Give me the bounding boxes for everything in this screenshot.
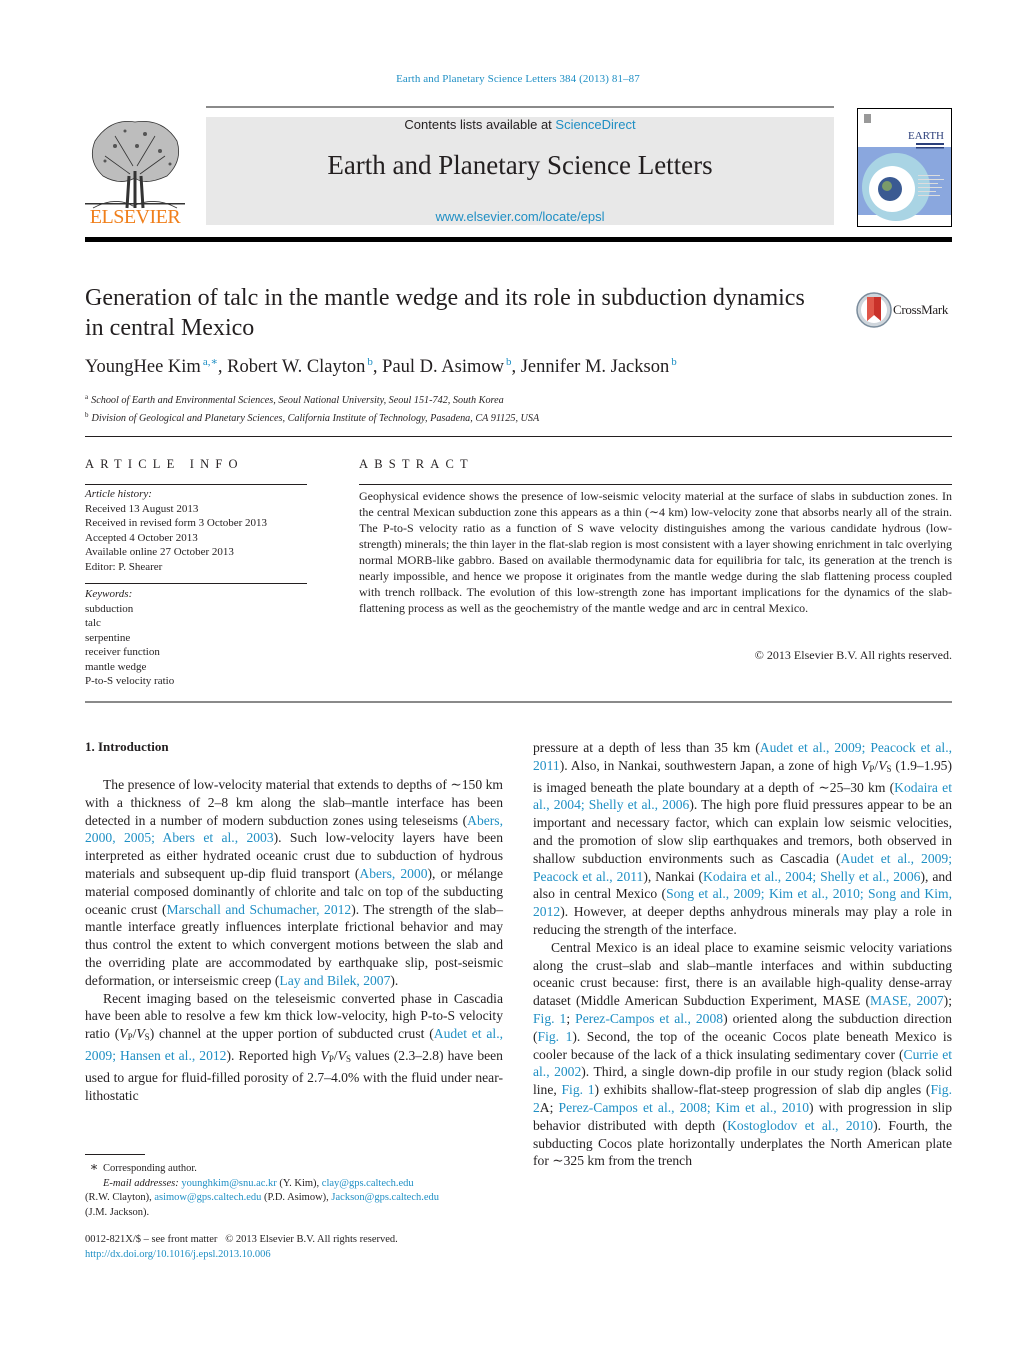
email-owner: (J.M. Jackson). xyxy=(85,1206,150,1218)
footnote-rule xyxy=(85,1154,145,1155)
section-heading-introduction: 1. Introduction xyxy=(85,739,169,754)
email-owner: (R.W. Clayton) xyxy=(85,1192,150,1203)
citation-link[interactable]: Perez-Campos et al., 2008 xyxy=(575,1011,723,1026)
vp-vs-ratio: VP/VS xyxy=(119,1026,150,1043)
citation-link[interactable]: Kodaira et al., 2004; Shelly et al., 200… xyxy=(533,780,952,813)
divider xyxy=(85,701,952,703)
citation-link[interactable]: Marschall and Schumacher, 2012 xyxy=(166,902,351,917)
keyword-item: mantle wedge xyxy=(85,660,147,673)
email-owner: (Y. Kim) xyxy=(279,1177,317,1189)
history-item: Accepted 4 October 2013 xyxy=(85,531,198,544)
article-info-heading: ARTICLE INFO xyxy=(85,457,244,471)
affiliation-key: b xyxy=(85,411,89,419)
footnote: ∗ Corresponding author. E-mail addresses:… xyxy=(85,1159,440,1218)
divider xyxy=(359,484,952,485)
header-bottom-rule xyxy=(85,237,952,242)
header-top-rule xyxy=(206,106,834,108)
author-affiliation-marker[interactable]: b xyxy=(506,356,512,368)
keyword-item: P-to-S velocity ratio xyxy=(85,675,175,687)
abstract-text: Geophysical evidence shows the presence … xyxy=(359,489,952,615)
abstract-heading: ABSTRACT xyxy=(359,457,474,471)
email-link[interactable]: Jackson@gps.caltech.edu xyxy=(331,1192,439,1203)
divider xyxy=(85,484,307,485)
citation-link[interactable]: Currie et al., 2002 xyxy=(533,1047,952,1080)
affiliation-key: a xyxy=(85,393,89,401)
keyword-item: talc xyxy=(85,617,101,629)
email-owner: (P.D. Asimow) xyxy=(264,1192,327,1203)
crossmark-label[interactable]: CrossMark xyxy=(893,302,948,318)
journal-url-link[interactable]: www.elsevier.com/locate/epsl xyxy=(206,209,834,224)
front-matter: 0012-821X/$ – see front matter © 2013 El… xyxy=(85,1233,398,1262)
author-affiliation-marker[interactable]: b xyxy=(367,356,373,368)
email-link[interactable]: younghkim@snu.ac.kr xyxy=(181,1178,276,1189)
cover-art: EARTH xyxy=(858,109,951,226)
history-item: Received 13 August 2013 xyxy=(85,502,199,515)
paragraph: The presence of low-velocity material th… xyxy=(85,777,503,988)
paragraph: Recent imaging based on the teleseismic … xyxy=(85,990,503,1103)
issn-line: 0012-821X/$ – see front matter © 2013 El… xyxy=(85,1234,398,1245)
citation-link[interactable]: Kostoglodov et al., 2010 xyxy=(727,1118,873,1133)
author-list: YoungHee Kim a,∗, Robert W. Clayton b, Pau… xyxy=(85,356,677,377)
history-label: Article history: xyxy=(85,488,152,500)
contents-prefix: Contents lists available at xyxy=(404,117,556,132)
keywords: Keywords: subduction talc serpentine rec… xyxy=(85,587,174,689)
cover-title: EARTH xyxy=(908,130,944,142)
author-name[interactable]: Robert W. Clayton xyxy=(227,357,365,377)
author-name[interactable]: YoungHee Kim xyxy=(85,357,201,377)
citation-link[interactable]: MASE, 2007 xyxy=(870,993,944,1008)
citation-link[interactable]: Kodaira et al., 2004; Shelly et al., 200… xyxy=(703,869,920,884)
paragraph: Central Mexico is an ideal place to exam… xyxy=(533,939,953,1169)
journal-cover-thumbnail[interactable]: EARTH xyxy=(857,108,952,227)
vp-vs-ratio: VP/VS xyxy=(861,757,892,774)
author-affiliation-marker[interactable]: a,∗ xyxy=(203,356,218,368)
footnote-marker: ∗ xyxy=(89,1159,99,1174)
history-item: Available online 27 October 2013 xyxy=(85,546,234,558)
author-affiliation-marker[interactable]: b xyxy=(671,356,677,368)
email-link[interactable]: asimow@gps.caltech.edu xyxy=(154,1192,261,1203)
abstract-copyright: © 2013 Elsevier B.V. All rights reserved… xyxy=(754,648,952,662)
keyword-item: serpentine xyxy=(85,631,131,644)
article-history: Article history: Received 13 August 2013… xyxy=(85,487,267,574)
citation-link[interactable]: Abers, 2000, 2005; Abers et al., 2003 xyxy=(85,813,503,846)
history-item: Received in revised form 3 October 2013 xyxy=(85,517,268,529)
author-name[interactable]: Jennifer M. Jackson xyxy=(521,357,669,377)
affiliations: a School of Earth and Environmental Scien… xyxy=(85,390,539,426)
citation-link[interactable]: Song et al., 2009; Kim et al., 2010; Son… xyxy=(533,886,952,919)
email-link[interactable]: clay@gps.caltech.edu xyxy=(322,1178,414,1189)
affiliation-item: a School of Earth and Environmental Scien… xyxy=(85,390,539,408)
affiliation-item: b Division of Geological and Planetary Sc… xyxy=(85,408,539,426)
paragraph: pressure at a depth of less than 35 km (… xyxy=(533,740,953,937)
citation-link[interactable]: Fig. 1 xyxy=(562,1082,595,1097)
contents-line: Contents lists available at ScienceDirec… xyxy=(206,117,834,132)
keyword-item: subduction xyxy=(85,602,134,615)
affiliation-text: School of Earth and Environmental Scienc… xyxy=(91,395,504,406)
article-title: Generation of talc in the mantle wedge a… xyxy=(85,285,805,341)
keyword-item: receiver function xyxy=(85,646,160,658)
journal-title: Earth and Planetary Science Letters xyxy=(327,150,713,180)
citation-link[interactable]: Fig. 1 xyxy=(533,1011,566,1026)
email-label: E-mail addresses: xyxy=(103,1177,179,1189)
citation-link[interactable]: Abers, 2000 xyxy=(359,866,427,881)
vp-vs-ratio: VP/VS xyxy=(320,1047,351,1064)
elsevier-wordmark: ELSEVIER xyxy=(89,206,181,228)
corresponding-label: Corresponding author. xyxy=(103,1163,197,1174)
sciencedirect-link[interactable]: ScienceDirect xyxy=(555,117,635,132)
keywords-label: Keywords: xyxy=(85,588,133,600)
doi-link[interactable]: http://dx.doi.org/10.1016/j.epsl.2013.10… xyxy=(85,1248,398,1263)
citation-link[interactable]: Perez-Campos et al., 2008; Kim et al., 2… xyxy=(559,1100,810,1115)
divider xyxy=(85,583,307,584)
body-column-right: pressure at a depth of less than 35 km (… xyxy=(533,739,952,1170)
crossmark-icon[interactable] xyxy=(856,291,892,329)
affiliation-text: Division of Geological and Planetary Sci… xyxy=(91,413,540,424)
history-item: Editor: P. Shearer xyxy=(85,560,163,573)
body-column-left: The presence of low-velocity material th… xyxy=(85,776,503,1104)
citation-link[interactable]: Lay and Bilek, 2007 xyxy=(279,973,390,988)
divider xyxy=(85,436,952,437)
journal-citation-link[interactable]: Earth and Planetary Science Letters 384 … xyxy=(0,73,1020,85)
citation-link[interactable]: Fig. 1 xyxy=(538,1029,573,1044)
author-name[interactable]: Paul D. Asimow xyxy=(382,357,504,377)
